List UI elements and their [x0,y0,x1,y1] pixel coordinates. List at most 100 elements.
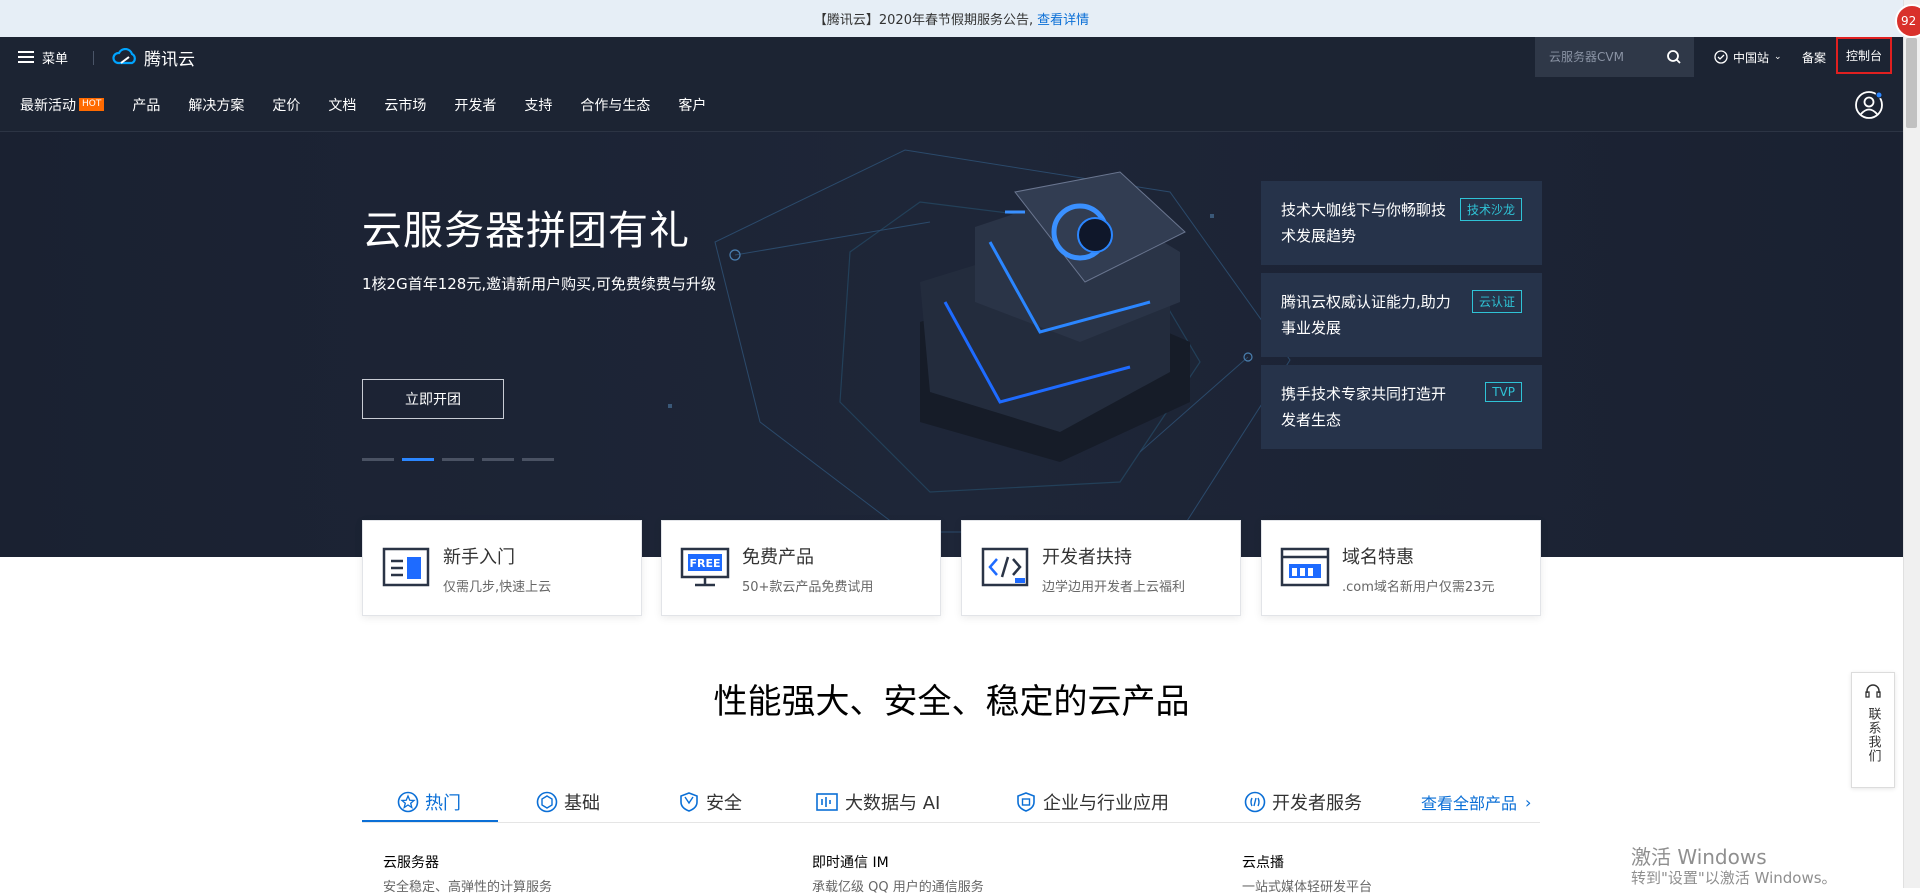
product-desc: 承载亿级 QQ 用户的通信服务 [812,880,984,895]
cloud-logo-icon [112,48,136,65]
carousel-dot[interactable] [442,458,474,461]
page-scrollbar[interactable] [1903,0,1920,888]
tab-label: 安全 [706,793,742,814]
region-selector[interactable]: 中国站 ⌄ [1714,37,1782,77]
hero-banner [0,132,1903,557]
hero-title: 云服务器拼团有礼 [362,208,690,254]
nav-items: 最新活动 HOT 产品 解决方案 定价 文档 云市场 开发者 支持 合作与生态 … [20,77,734,132]
quick-card-getting-started[interactable]: 新手入门 仅需几步,快速上云 [362,520,642,616]
tab-enterprise[interactable]: 企业与行业应用 [1015,782,1169,822]
hot-badge: HOT [79,98,105,111]
promo-tag: 云认证 [1471,290,1522,313]
carousel-dot-active[interactable] [402,458,434,461]
promo-tag: TVP [1485,382,1522,402]
promo-card-certification[interactable]: 腾讯云权威认证能力,助力事业发展 云认证 [1261,273,1542,357]
nav-item-pricing[interactable]: 定价 [272,95,300,115]
menu-label: 菜单 [42,51,69,67]
promo-tag: 技术沙龙 [1459,198,1522,221]
region-label: 中国站 [1733,50,1770,65]
promo-card-salon[interactable]: 技术大咖线下与你畅聊技术发展趋势 技术沙龙 [1261,181,1542,265]
view-all-products-link[interactable]: 查看全部产品 › [1421,782,1531,822]
user-icon[interactable] [1853,89,1885,121]
beian-link[interactable]: 备案 [1802,37,1826,77]
contact-us-widget[interactable]: 联系我们 [1851,672,1895,788]
menu-button[interactable]: 菜单 [18,37,68,77]
announcement-link[interactable]: 查看详情 [1037,9,1089,28]
promo-card-tvp[interactable]: 携手技术专家共同打造开发者生态 TVP [1261,365,1542,449]
carousel-dots [362,458,554,461]
carousel-dot[interactable] [362,458,394,461]
announcement-text: 【腾讯云】2020年春节假期服务公告, [813,13,1034,28]
tab-label: 热门 [425,793,461,814]
quick-card-title: 免费产品 [742,547,814,568]
quick-card-free-products[interactable]: FREE 免费产品 50+款云产品免费试用 [661,520,941,616]
windows-watermark-subtitle: 转到"设置"以激活 Windows。 [1631,869,1837,887]
product-name[interactable]: 云点播 [1242,852,1284,872]
headset-icon [1865,684,1881,698]
logo-text: 腾讯云 [144,49,195,70]
dev-icon [1244,791,1266,813]
cube-icon [536,791,558,813]
product-name[interactable]: 即时通信 IM [812,852,889,872]
carousel-dot[interactable] [482,458,514,461]
shield-icon [680,792,698,812]
nav-item-products[interactable]: 产品 [132,95,160,115]
promo-text: 携手技术专家共同打造开发者生态 [1281,385,1447,429]
svg-text:FREE: FREE [689,557,720,570]
quick-card-developer-support[interactable]: 开发者扶持 边学边用开发者上云福利 [961,520,1241,616]
star-icon [397,791,419,813]
quick-card-domain-offer[interactable]: 域名特惠 .com域名新用户仅需23元 [1261,520,1541,616]
search-input[interactable] [1547,49,1665,65]
book-icon [382,547,430,587]
hero-illustration [668,149,1471,533]
enterprise-icon [1017,792,1035,812]
tab-basic[interactable]: 基础 [536,782,600,822]
nav-item-developers[interactable]: 开发者 [454,95,496,115]
logo[interactable]: 腾讯云 [112,37,195,77]
tab-label: 基础 [564,793,600,814]
nav-item-customers[interactable]: 客户 [678,95,706,115]
promo-text: 腾讯云权威认证能力,助力事业发展 [1281,293,1451,337]
quick-card-title: 域名特惠 [1342,547,1414,568]
chevron-right-icon: › [1525,792,1532,812]
tab-label: 开发者服务 [1272,793,1362,814]
tab-bigdata-ai[interactable]: 大数据与 AI [815,782,940,822]
nav-item-activities[interactable]: 最新活动 HOT [20,95,105,115]
hero-cta-button[interactable]: 立即开团 [362,379,504,419]
promo-text: 技术大咖线下与你畅聊技术发展趋势 [1281,201,1447,245]
nav-item-solutions[interactable]: 解决方案 [188,95,244,115]
windows-watermark-title: 激活 Windows [1631,845,1767,869]
console-button[interactable]: 控制台 [1836,37,1892,74]
nav-item-docs[interactable]: 文档 [328,95,356,115]
product-name[interactable]: 云服务器 [383,852,439,872]
quick-card-desc: 边学边用开发者上云福利 [1042,580,1186,595]
quick-card-title: 开发者扶持 [1042,547,1132,568]
nav-item-partners[interactable]: 合作与生态 [580,95,650,115]
menu-icon [18,51,34,63]
tab-security[interactable]: 安全 [678,782,742,822]
globe-icon [1714,50,1728,64]
tab-hot[interactable]: 热门 [397,782,461,822]
tab-label: 企业与行业应用 [1043,793,1169,814]
code-icon [981,547,1029,587]
search-box[interactable] [1535,37,1694,77]
hero-subtitle: 1核2G首年128元,邀请新用户购买,可免费续费与升级 [362,275,716,293]
carousel-dot[interactable] [522,458,554,461]
scrollbar-thumb[interactable] [1906,38,1917,128]
contact-label: 联系我们 [1865,707,1881,763]
search-icon[interactable] [1666,49,1682,65]
announcement-bar: 【腾讯云】2020年春节假期服务公告, 查看详情 [0,0,1903,37]
nav-item-marketplace[interactable]: 云市场 [384,95,426,115]
quick-card-desc: .com域名新用户仅需23元 [1342,580,1495,595]
quick-card-desc: 仅需几步,快速上云 [443,580,552,595]
quick-card-title: 新手入门 [443,547,515,568]
chevron-down-icon: ⌄ [1774,52,1782,62]
data-icon [816,793,838,811]
section-title: 性能强大、安全、稳定的云产品 [713,682,1190,722]
view-all-label: 查看全部产品 [1421,794,1518,813]
nav-item-support[interactable]: 支持 [524,95,552,115]
product-desc: 安全稳定、高弹性的计算服务 [383,880,553,895]
tab-developer-services[interactable]: 开发者服务 [1244,782,1362,822]
tab-label: 大数据与 AI [845,793,941,814]
domain-icon [1280,547,1330,587]
